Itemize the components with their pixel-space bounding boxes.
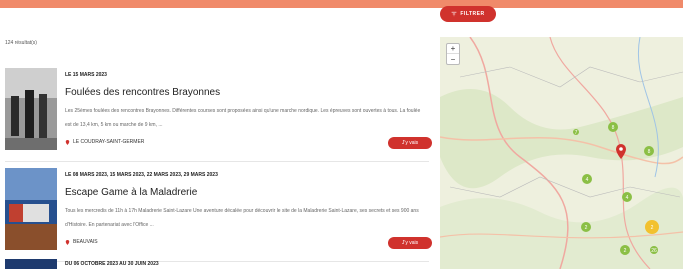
- event-list: LE 15 MARS 2023 Foulées des rencontres B…: [5, 62, 432, 262]
- event-location-label: LE COUDRAY-SAINT-GERMER: [73, 139, 145, 145]
- go-button[interactable]: J'y vais: [388, 237, 432, 249]
- results-count: 124 résultat(s): [5, 40, 37, 46]
- event-location: LE COUDRAY-SAINT-GERMER: [65, 139, 144, 145]
- event-description: Tous les mercredis de 11h à 17h Maladrer…: [65, 208, 419, 228]
- event-date: LE 08 MARS 2023, 15 MARS 2023, 22 MARS 2…: [65, 172, 218, 178]
- event-title[interactable]: Escape Game à la Maladrerie: [65, 187, 197, 198]
- location-pin-icon: [65, 239, 70, 245]
- filter-button[interactable]: FILTRER: [440, 6, 496, 22]
- map-cluster-count: 4: [586, 177, 589, 183]
- map-cluster-count: 26: [651, 248, 657, 254]
- event-thumbnail[interactable]: [5, 68, 57, 150]
- event-thumbnail[interactable]: [5, 259, 57, 269]
- map-zoom-control: + −: [446, 43, 460, 65]
- list-item[interactable]: DU 06 OCTOBRE 2023 AU 30 JUIN 2023: [5, 259, 429, 269]
- map-cluster-count: 8: [648, 149, 651, 155]
- list-item[interactable]: LE 08 MARS 2023, 15 MARS 2023, 22 MARS 2…: [5, 162, 432, 262]
- event-description: Les 25èmes foulées des rencontres Brayon…: [65, 108, 421, 128]
- location-pin-icon: [65, 139, 70, 145]
- event-date: LE 15 MARS 2023: [65, 72, 107, 78]
- zoom-out-button[interactable]: −: [447, 54, 459, 64]
- map-cluster-count: 2: [651, 225, 654, 231]
- map-cluster-count: 2: [585, 225, 588, 231]
- list-item[interactable]: LE 15 MARS 2023 Foulées des rencontres B…: [5, 62, 432, 162]
- filter-icon: [451, 11, 457, 17]
- event-location: BEAUVAIS: [65, 239, 98, 245]
- filter-button-label: FILTRER: [460, 11, 485, 17]
- event-title[interactable]: Foulées des rencontres Brayonnes: [65, 87, 220, 98]
- map[interactable]: 7 8 8 4 4 2 2 2 26: [440, 37, 683, 269]
- event-location-label: BEAUVAIS: [73, 239, 98, 245]
- map-cluster-count: 4: [626, 195, 629, 201]
- event-date: DU 06 OCTOBRE 2023 AU 30 JUIN 2023: [65, 261, 159, 267]
- map-cluster-count: 7: [575, 130, 578, 136]
- map-cluster-count: 8: [612, 125, 615, 131]
- go-button[interactable]: J'y vais: [388, 137, 432, 149]
- zoom-in-button[interactable]: +: [447, 44, 459, 54]
- map-cluster-count: 2: [624, 248, 627, 254]
- event-thumbnail[interactable]: [5, 168, 57, 250]
